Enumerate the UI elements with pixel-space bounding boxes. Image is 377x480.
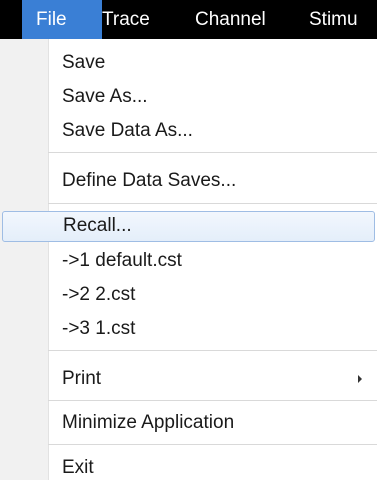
menu-trace[interactable]: Trace [102,0,150,39]
menu-item-recent-3[interactable]: ->3 1.cst [0,314,377,344]
menu-item-label: Print [62,368,102,389]
menu-separator [48,203,377,204]
menu-item-label: ->3 1.cst [62,318,136,339]
menu-separator [48,350,377,351]
menu-item-recent-2[interactable]: ->2 2.cst [0,280,377,310]
menu-item-save-data-as[interactable]: Save Data As... [0,116,377,146]
menu-separator [48,400,377,401]
menu-separator [48,152,377,153]
menu-item-exit[interactable]: Exit [0,453,377,480]
menu-item-save[interactable]: Save [0,48,377,78]
menu-stimulus[interactable]: Stimu [309,0,358,39]
file-menu-dropdown: Save Save As... Save Data As... Define D… [0,39,377,480]
menu-bar: File Trace Channel Stimu [0,0,377,39]
menu-item-label: Minimize Application [62,412,235,433]
menu-item-recent-1[interactable]: ->1 default.cst [0,246,377,276]
menu-file[interactable]: File [22,0,102,39]
menu-item-label: ->2 2.cst [62,284,136,305]
menu-item-label: Define Data Saves... [62,170,237,191]
menu-channel[interactable]: Channel [195,0,266,39]
menu-item-label: Save [62,52,106,73]
submenu-arrow-icon [358,375,362,383]
menu-item-print[interactable]: Print [0,364,377,394]
menu-item-label: Save Data As... [62,120,193,141]
menu-item-recall[interactable]: Recall... [2,211,375,242]
menu-item-label: Exit [62,457,94,478]
menu-item-label: Recall... [63,215,132,236]
menu-item-label: ->1 default.cst [62,250,182,271]
menu-item-label: Save As... [62,86,148,107]
menu-item-define-data-saves[interactable]: Define Data Saves... [0,166,377,196]
menu-item-save-as[interactable]: Save As... [0,82,377,112]
menu-item-minimize-application[interactable]: Minimize Application [0,408,377,438]
menu-separator [48,444,377,445]
